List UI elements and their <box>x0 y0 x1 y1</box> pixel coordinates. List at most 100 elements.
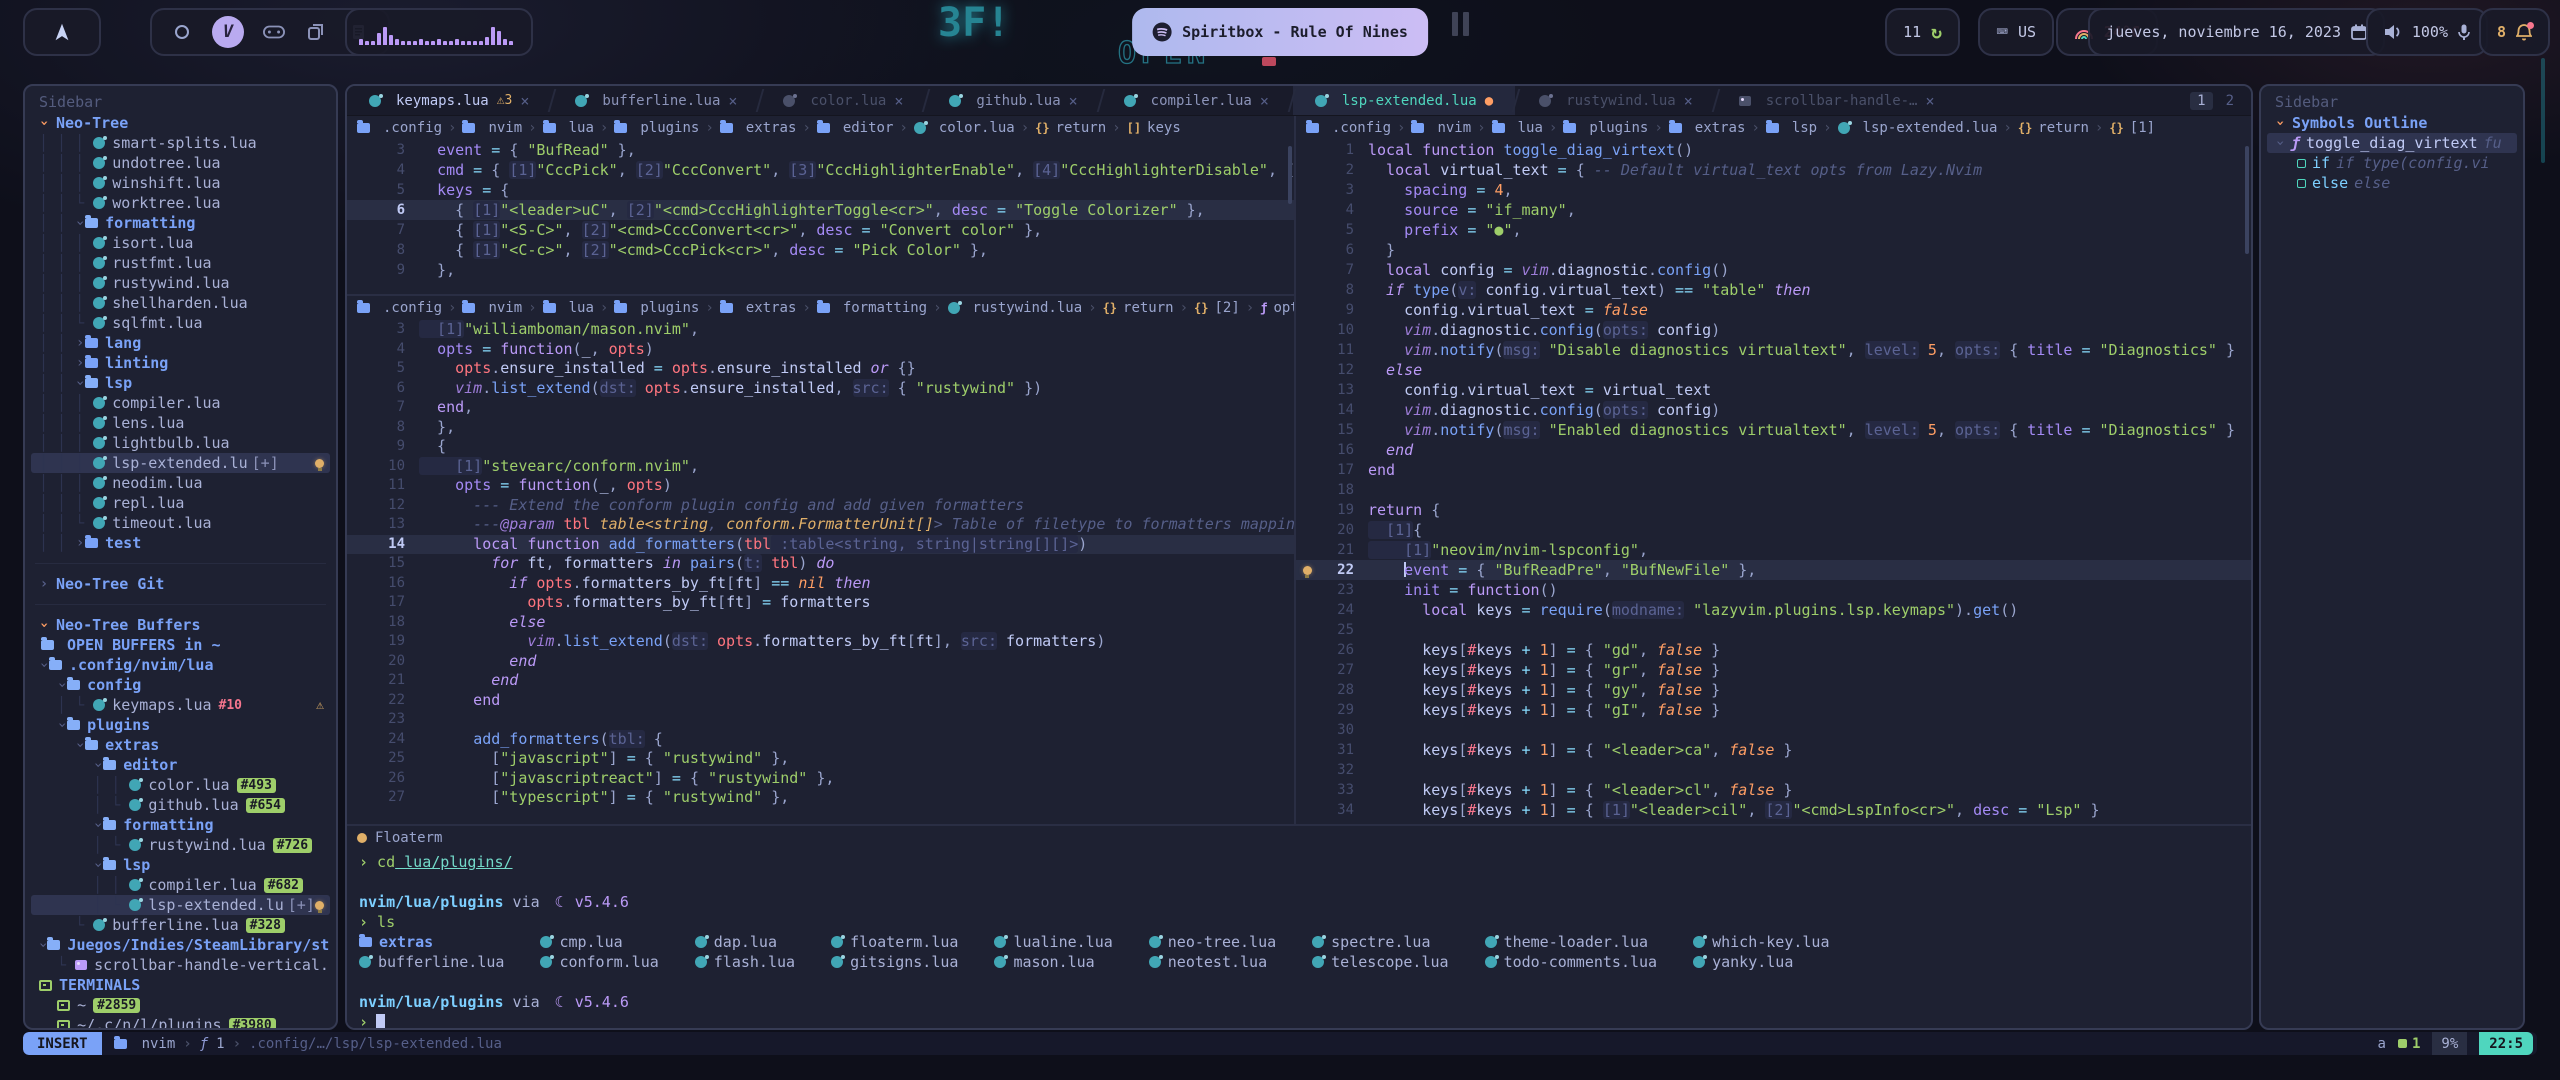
neotree-source-git[interactable]: › Neo-Tree Git <box>31 574 330 594</box>
tree-item-worktree.lua[interactable]: │ │ └ worktree.lua <box>31 193 330 213</box>
terminal-output[interactable]: › cd lua/plugins/nvim/lua/plugins via ☾ … <box>347 850 2251 1030</box>
outline-item-if[interactable]: if if type(config.vi <box>2267 153 2517 173</box>
tree-item-lsp[interactable]: │ │ ›lsp <box>31 373 330 393</box>
workspace-browser-icon[interactable] <box>170 20 194 44</box>
tree-item-.config-nvim-lua[interactable]: ›.config/nvim/lua <box>31 655 330 675</box>
neotree-source-tree[interactable]: › Neo-Tree <box>31 113 330 133</box>
shell-context-line: nvim/lua/plugins via ☾ v5.4.6 <box>359 892 2239 912</box>
dir-icon <box>85 358 98 368</box>
updates-count: 11 <box>1903 23 1921 41</box>
code-action-lightbulb-icon[interactable] <box>1303 566 1312 575</box>
outline-item-else[interactable]: else else <box>2267 173 2517 193</box>
tree-item-compiler.lua[interactable]: │ │ │ compiler.lua <box>31 393 330 413</box>
editor-color-lua[interactable]: .config›nvim›lua›plugins›extras›editor›c… <box>347 116 1294 294</box>
tree-item-smart-splits.lua[interactable]: │ │ │ smart-splits.lua <box>31 133 330 153</box>
workspace-nvim-icon[interactable]: V <box>212 16 244 48</box>
section-divider <box>35 604 326 605</box>
tab-page-2[interactable]: 2 <box>2219 92 2241 110</box>
tree-item-editor[interactable]: ›editor <box>31 755 330 775</box>
updates-widget[interactable]: 11 ↻ <box>1885 8 1960 56</box>
tab-compiler.lua[interactable]: compiler.lua× <box>1102 86 1291 115</box>
rustywind-code-area[interactable]: 3 [1]"williamboman/mason.nvim",4 opts = … <box>347 320 1294 808</box>
tree-item-compiler.lua[interactable]: │ │ compiler.lua#682 <box>31 875 330 895</box>
outline-item-toggle_diag_virtext[interactable]: ›ƒtoggle_diag_virtext fu <box>2267 133 2517 153</box>
close-icon[interactable]: × <box>1069 92 1078 110</box>
close-icon[interactable]: × <box>520 92 529 110</box>
tree-item-plugins[interactable]: ›plugins <box>31 715 330 735</box>
tab-bufferline.lua[interactable]: bufferline.lua× <box>553 86 759 115</box>
tab-scrollbar-handle--[interactable]: scrollbar-handle-…× <box>1717 86 1957 115</box>
tree-item-terminals[interactable]: TERMINALS <box>31 975 330 995</box>
keyboard-layout-widget[interactable]: ⌨ US <box>1978 8 2054 56</box>
tab-github.lua[interactable]: github.lua× <box>927 86 1099 115</box>
tree-item-winshift.lua[interactable]: │ │ │ winshift.lua <box>31 173 330 193</box>
tree-item-scrollbar-handle-vertical.p[interactable]: └ scrollbar-handle-vertical.p <box>31 955 330 975</box>
launcher-button[interactable] <box>23 8 101 56</box>
tree-item-repl.lua[interactable]: │ │ │ repl.lua <box>31 493 330 513</box>
neotree-source-buffers[interactable]: › Neo-Tree Buffers <box>31 615 330 635</box>
buffers-root[interactable]: OPEN BUFFERS in ~ <box>31 635 330 655</box>
clock-widget[interactable]: jueves, noviembre 16, 2023 <box>2088 8 2385 56</box>
dir-icon <box>1306 123 1319 133</box>
tree-item-bufferline.lua[interactable]: └ bufferline.lua#328 <box>31 915 330 935</box>
tab-rustywind.lua[interactable]: rustywind.lua× <box>1517 86 1715 115</box>
statusline-cwd: nvim <box>142 1036 176 1052</box>
tree-item-juegos-indies-steamlibrary-st[interactable]: ›Juegos/Indies/SteamLibrary/st <box>31 935 330 955</box>
tree-item-extras[interactable]: ›extras <box>31 735 330 755</box>
lua-icon <box>831 936 843 948</box>
symbols-outline-header[interactable]: › Symbols Outline <box>2267 113 2517 133</box>
tree-item-linting[interactable]: │ │ ›linting <box>31 353 330 373</box>
lua-icon <box>695 936 707 948</box>
tree-item-lang[interactable]: │ │ ›lang <box>31 333 330 353</box>
notifications-widget[interactable]: 8 <box>2479 8 2550 56</box>
dir-icon <box>1766 123 1779 133</box>
tree-item-lightbulb.lua[interactable]: │ │ │ lightbulb.lua <box>31 433 330 453</box>
tree-item-lsp-extended.lu[interactable]: │ │ │ lsp-extended.lu[+] <box>31 453 330 473</box>
scrollbar-handle[interactable] <box>1288 146 1292 204</box>
tree-item-sqlfmt.lua[interactable]: │ │ └ sqlfmt.lua <box>31 313 330 333</box>
workspace-game-icon[interactable] <box>262 20 286 44</box>
tree-item-test[interactable]: │ │ ›test <box>31 533 330 553</box>
tree-item-color.lua[interactable]: │ │ color.lua#493 <box>31 775 330 795</box>
tree-item-timeout.lua[interactable]: │ │ └ timeout.lua <box>31 513 330 533</box>
lua-icon <box>129 899 141 911</box>
color-code-area[interactable]: 3 event = { "BufRead" },4 cmd = { [1]"Cc… <box>347 140 1294 280</box>
tree-item-~-.c-n-l-plugins[interactable]: ~/.c/n/l/plugins#3980 <box>31 1015 330 1030</box>
tree-item-formatting[interactable]: ›formatting <box>31 815 330 835</box>
tree-item-lens.lua[interactable]: │ │ │ lens.lua <box>31 413 330 433</box>
tab-keymaps.lua[interactable]: keymaps.lua⚠3× <box>347 86 551 115</box>
close-icon[interactable]: × <box>728 92 737 110</box>
tree-item-github.lua[interactable]: │ └ github.lua#654 <box>31 795 330 815</box>
editor-rustywind-lua[interactable]: .config›nvim›lua›plugins›extras›formatti… <box>347 296 1294 824</box>
tree-item-rustfmt.lua[interactable]: │ │ │ rustfmt.lua <box>31 253 330 273</box>
tab-page-1[interactable]: 1 <box>2190 92 2212 110</box>
tree-item-~[interactable]: ~#2859 <box>31 995 330 1015</box>
audio-widget[interactable]: 100% <box>2366 8 2488 56</box>
floaterm-panel[interactable]: Floaterm › cd lua/plugins/nvim/lua/plugi… <box>347 824 2251 1030</box>
close-icon[interactable]: × <box>894 92 903 110</box>
workspace-windows-icon[interactable] <box>304 20 328 44</box>
tree-item-neodim.lua[interactable]: │ │ │ neodim.lua <box>31 473 330 493</box>
statement-icon <box>2297 179 2306 188</box>
tab-color.lua[interactable]: color.lua× <box>761 86 925 115</box>
lua-icon <box>93 919 105 931</box>
folder-open-icon <box>41 640 54 650</box>
tree-item-lsp[interactable]: ›lsp <box>31 855 330 875</box>
tree-item-lsp-extended.lu[interactable]: │ └ lsp-extended.lu[+] <box>31 895 330 915</box>
tree-item-rustywind.lua[interactable]: │ └ rustywind.lua#726 <box>31 835 330 855</box>
tree-item-keymaps.lua[interactable]: │ └ keymaps.lua#10⚠ <box>31 695 330 715</box>
tree-item-config[interactable]: ›config <box>31 675 330 695</box>
tree-item-undotree.lua[interactable]: │ │ │ undotree.lua <box>31 153 330 173</box>
tree-item-rustywind.lua[interactable]: │ │ │ rustywind.lua <box>31 273 330 293</box>
close-icon[interactable]: × <box>1684 92 1693 110</box>
media-player-widget[interactable]: Spiritbox - Rule Of Nines <box>1132 8 1428 56</box>
editor-lsp-extended-lua[interactable]: .config›nvim›lua›plugins›extras›lsp›lsp-… <box>1296 116 2251 824</box>
close-icon[interactable]: × <box>1260 92 1269 110</box>
tree-item-formatting[interactable]: │ │ ›formatting <box>31 213 330 233</box>
tab-lsp-extended.lua[interactable]: lsp-extended.lua● <box>1293 86 1515 115</box>
scrollbar-handle[interactable] <box>2245 146 2249 254</box>
close-icon[interactable]: × <box>1925 92 1934 110</box>
tree-item-isort.lua[interactable]: │ │ │ isort.lua <box>31 233 330 253</box>
tree-item-shellharden.lua[interactable]: │ │ │ shellharden.lua <box>31 293 330 313</box>
lsp-extended-code-area[interactable]: 1local function toggle_diag_virtext()2 l… <box>1296 140 2251 820</box>
